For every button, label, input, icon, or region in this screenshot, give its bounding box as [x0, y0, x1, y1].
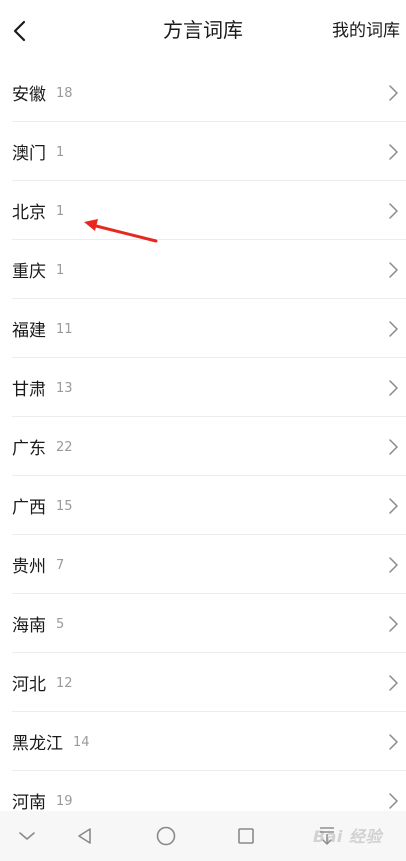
region-name: 河北 [12, 675, 46, 695]
chevron-right-icon [389, 674, 398, 691]
back-triangle-icon [78, 828, 91, 844]
region-name: 广西 [12, 498, 46, 518]
region-name: 贵州 [12, 557, 46, 577]
region-count: 1 [56, 204, 65, 219]
region-name: 重庆 [12, 262, 46, 282]
region-name: 河南 [12, 793, 46, 813]
region-name: 广东 [12, 439, 46, 459]
chevron-right-icon [389, 202, 398, 219]
chevron-right-icon [389, 615, 398, 632]
my-lexicon-button[interactable]: 我的词库 [332, 18, 400, 44]
system-nav-bar: Bai 经验 [0, 811, 406, 861]
baidu-watermark: Bai 经验 [312, 827, 382, 846]
region-name: 甘肃 [12, 380, 46, 400]
list-item[interactable]: 黑龙江 14 [0, 712, 406, 771]
region-count: 15 [56, 499, 73, 514]
list-item[interactable]: 澳门 1 [0, 122, 406, 181]
region-count: 18 [56, 86, 73, 101]
region-count: 1 [56, 263, 65, 278]
chevron-down-icon [19, 832, 35, 840]
chevron-right-icon [389, 438, 398, 455]
region-count: 22 [56, 440, 73, 455]
nav-home-button[interactable] [151, 821, 181, 851]
region-count: 14 [73, 735, 90, 750]
list-item[interactable]: 河北 12 [0, 653, 406, 712]
region-name: 北京 [12, 203, 46, 223]
chevron-right-icon [389, 143, 398, 160]
list-item[interactable]: 重庆 1 [0, 240, 406, 299]
list-item[interactable]: 海南 5 [0, 594, 406, 653]
list-item[interactable]: 北京 1 [0, 181, 406, 240]
back-button[interactable] [6, 16, 32, 46]
chevron-right-icon [389, 497, 398, 514]
list-item[interactable]: 广东 22 [0, 417, 406, 476]
chevron-left-icon [13, 20, 26, 42]
list-item[interactable]: 甘肃 13 [0, 358, 406, 417]
recents-square-icon [238, 828, 254, 844]
list-item[interactable]: 广西 15 [0, 476, 406, 535]
list-item[interactable]: 安徽 18 [0, 63, 406, 122]
chevron-right-icon [389, 379, 398, 396]
chevron-right-icon [389, 84, 398, 101]
region-count: 12 [56, 676, 73, 691]
home-circle-icon [156, 826, 176, 846]
region-name: 黑龙江 [12, 734, 63, 754]
dialect-region-list: 安徽 18 澳门 1 北京 1 重庆 1 福建 11 甘肃 13 广东 22 广… [0, 63, 406, 830]
app-header: 方言词库 我的词库 [0, 0, 406, 62]
region-count: 19 [56, 794, 73, 809]
nav-recents-button[interactable] [231, 821, 261, 851]
region-count: 11 [56, 322, 73, 337]
list-item[interactable]: 贵州 7 [0, 535, 406, 594]
region-count: 13 [56, 381, 73, 396]
chevron-right-icon [389, 261, 398, 278]
list-item[interactable]: 福建 11 [0, 299, 406, 358]
nav-back-button[interactable] [70, 821, 100, 851]
region-name: 福建 [12, 321, 46, 341]
chevron-right-icon [389, 320, 398, 337]
region-name: 安徽 [12, 85, 46, 105]
region-name: 海南 [12, 616, 46, 636]
chevron-right-icon [389, 556, 398, 573]
collapse-nav-button[interactable] [12, 821, 42, 851]
region-count: 7 [56, 558, 65, 573]
region-count: 1 [56, 145, 65, 160]
chevron-right-icon [389, 733, 398, 750]
chevron-right-icon [389, 792, 398, 809]
region-name: 澳门 [12, 144, 46, 164]
region-count: 5 [56, 617, 65, 632]
